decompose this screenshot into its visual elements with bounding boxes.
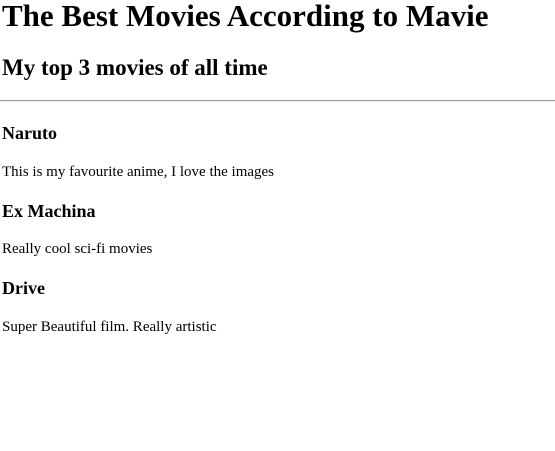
section-divider	[0, 100, 555, 102]
page-title: The Best Movies According to Mavie	[2, 0, 489, 33]
movie-description-drive: Super Beautiful film. Really artistic	[2, 319, 217, 335]
movie-title-naruto: Naruto	[2, 123, 57, 143]
movie-description-naruto: This is my favourite anime, I love the i…	[2, 164, 275, 180]
movie-title-ex-machina: Ex Machina	[2, 201, 96, 221]
movie-description-ex-machina: Really cool sci-fi movies	[2, 241, 153, 257]
movie-title-drive: Drive	[2, 278, 45, 298]
page-subtitle: My top 3 movies of all time	[2, 55, 268, 80]
